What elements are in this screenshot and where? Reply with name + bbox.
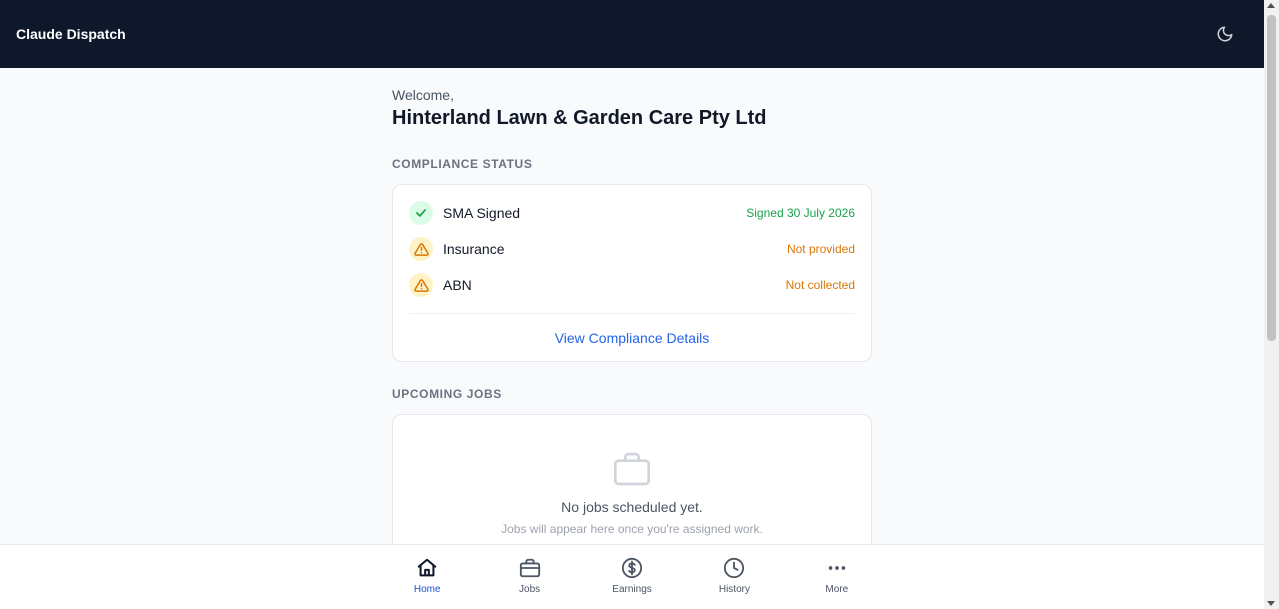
empty-jobs-title: No jobs scheduled yet. — [561, 499, 703, 515]
scroll-thumb[interactable] — [1267, 15, 1276, 341]
nav-label: Home — [413, 584, 441, 595]
compliance-label: ABN — [443, 277, 472, 293]
page-scrollbar[interactable] — [1264, 0, 1279, 609]
check-icon — [409, 201, 433, 225]
nav-item-history[interactable]: History — [683, 545, 785, 609]
compliance-row-sma: SMA Signed Signed 30 July 2026 — [409, 201, 855, 225]
welcome-greeting: Welcome, — [392, 87, 454, 103]
scroll-up-arrow[interactable] — [1267, 3, 1275, 8]
warning-icon — [409, 237, 433, 261]
top-bar: Claude Dispatch — [0, 0, 1264, 68]
more-icon — [828, 566, 846, 570]
compliance-label: SMA Signed — [443, 205, 521, 221]
bottom-navigation: Home Jobs Earnings History More — [0, 544, 1264, 609]
compliance-value: Not provided — [786, 242, 855, 256]
compliance-value: Signed 30 July 2026 — [746, 206, 855, 220]
empty-jobs-subtitle: Jobs will appear here once you're assign… — [501, 522, 763, 536]
nav-item-more[interactable]: More — [786, 545, 888, 609]
compliance-section-title: COMPLIANCE STATUS — [392, 157, 533, 171]
theme-toggle-button[interactable] — [1214, 23, 1236, 45]
compliance-row-insurance: Insurance Not provided — [409, 237, 855, 261]
nav-item-earnings[interactable]: Earnings — [581, 545, 683, 609]
main-content: Welcome, Hinterland Lawn & Garden Care P… — [392, 68, 872, 574]
app-title: Claude Dispatch — [16, 26, 126, 42]
view-compliance-details-link[interactable]: View Compliance Details — [555, 330, 710, 346]
scroll-down-arrow[interactable] — [1267, 601, 1275, 606]
home-icon — [417, 558, 437, 577]
nav-label: Jobs — [519, 584, 541, 595]
warning-icon — [409, 273, 433, 297]
nav-item-jobs[interactable]: Jobs — [478, 545, 580, 609]
briefcase-icon — [614, 452, 650, 486]
nav-item-home[interactable]: Home — [376, 545, 478, 609]
compliance-label: Insurance — [443, 241, 505, 257]
briefcase-icon — [519, 558, 540, 578]
dollar-icon — [621, 557, 643, 579]
nav-label: More — [825, 584, 849, 595]
nav-label: History — [718, 584, 750, 595]
compliance-card: SMA Signed Signed 30 July 2026 Insurance… — [392, 184, 872, 362]
upcoming-jobs-section-title: UPCOMING JOBS — [392, 387, 502, 401]
compliance-value: Not collected — [785, 278, 855, 292]
nav-label: Earnings — [612, 584, 652, 595]
moon-icon — [1217, 26, 1233, 42]
compliance-link-row: View Compliance Details — [409, 314, 855, 361]
clock-icon — [724, 557, 745, 579]
compliance-row-abn: ABN Not collected — [409, 273, 855, 297]
company-name: Hinterland Lawn & Garden Care Pty Ltd — [392, 107, 767, 129]
